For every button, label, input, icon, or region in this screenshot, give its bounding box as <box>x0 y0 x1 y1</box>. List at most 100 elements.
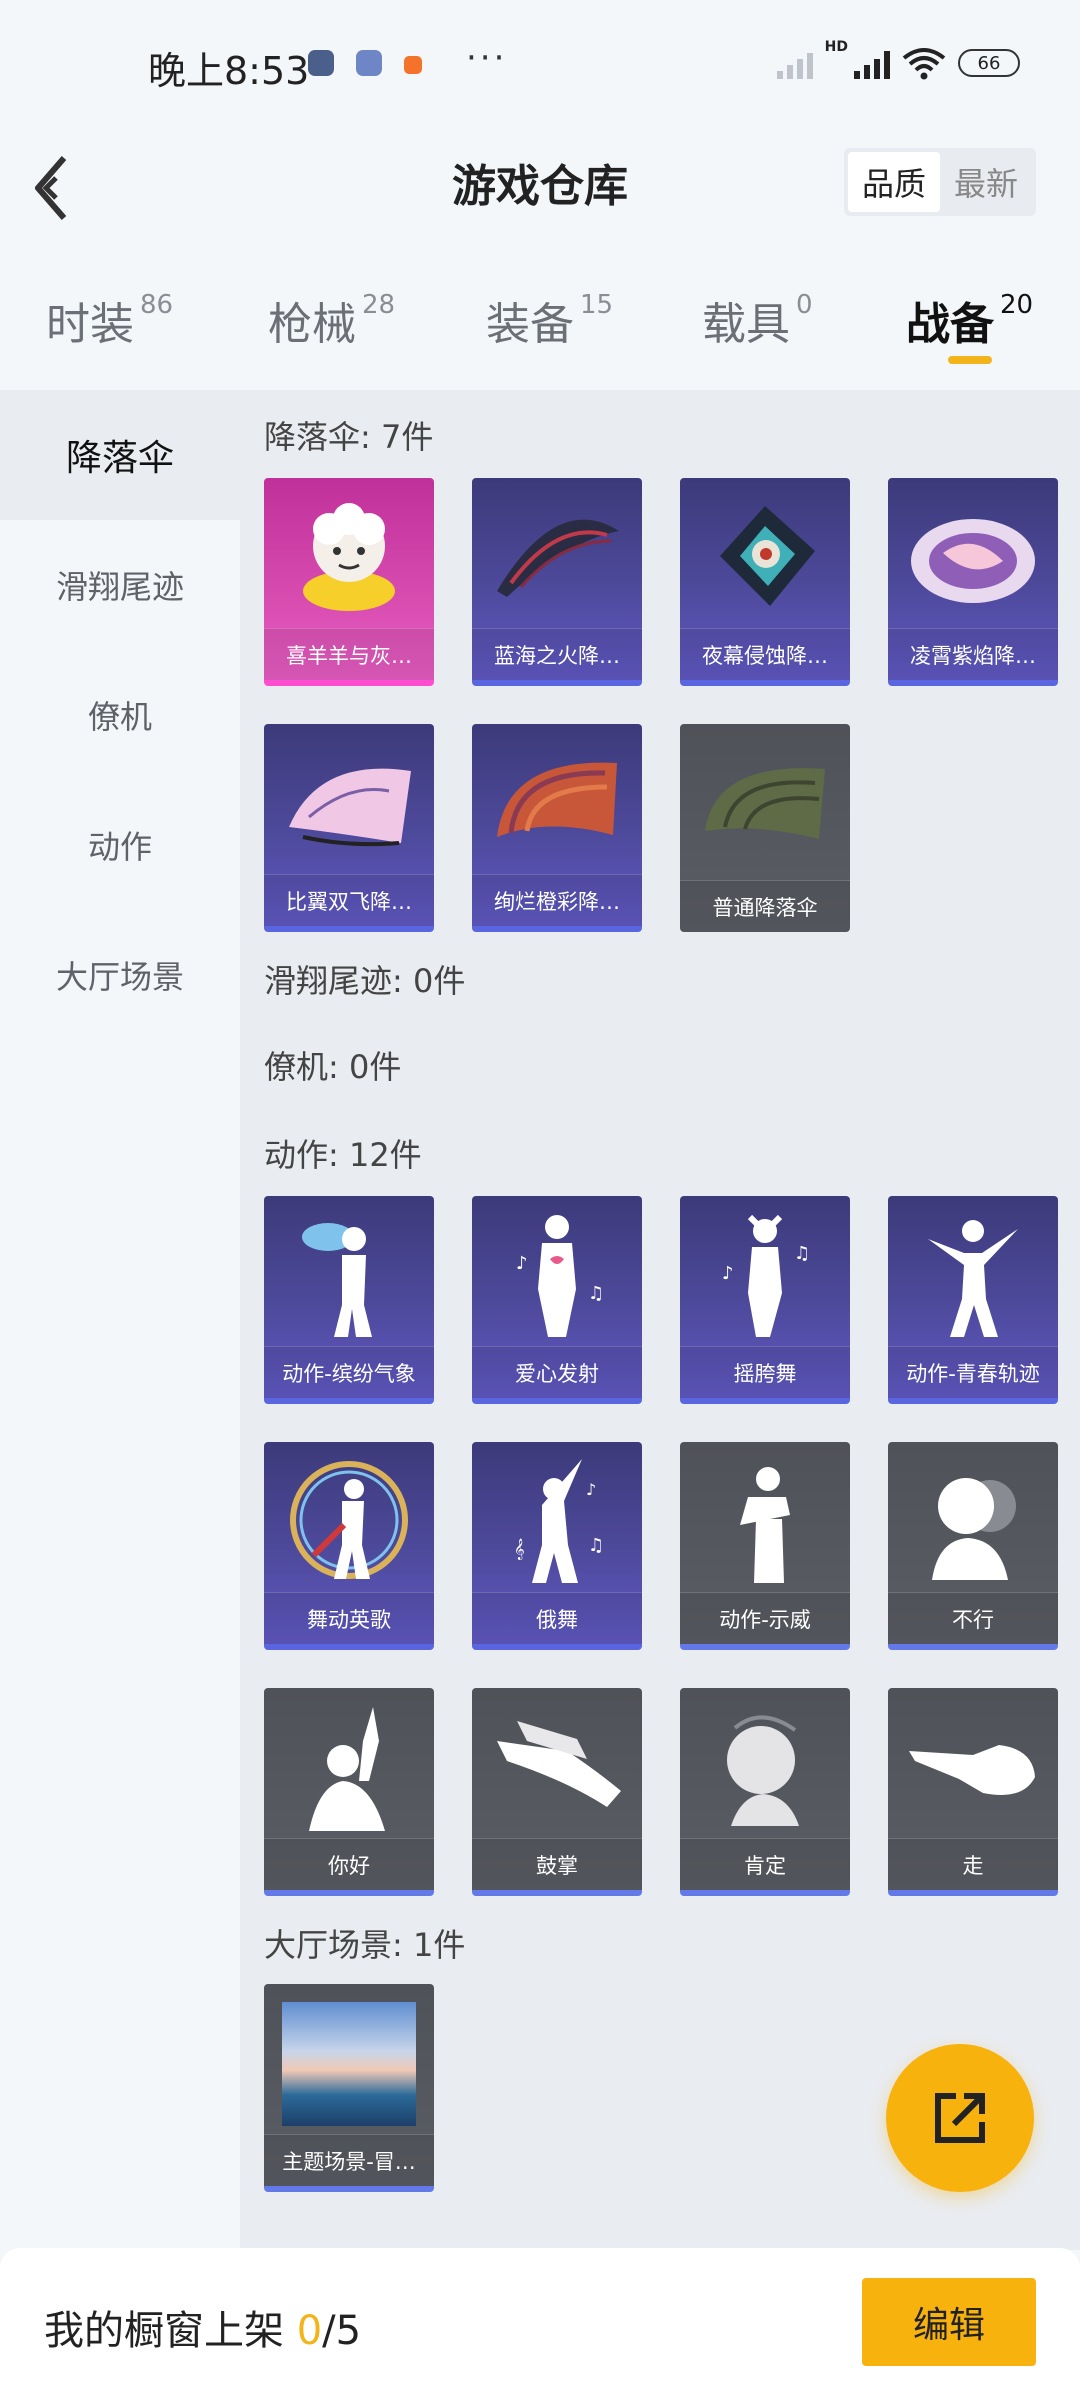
item-card[interactable]: ♪ ♫ 摇胯舞 <box>680 1196 850 1404</box>
wifi-icon <box>902 48 946 80</box>
sidebar-item-glide-trail[interactable]: 滑翔尾迹 <box>0 520 240 650</box>
svg-text:♪: ♪ <box>586 1480 596 1499</box>
item-card[interactable]: 动作-缤纷气象 <box>264 1196 434 1404</box>
item-card[interactable]: ♪ 𝄞 ♫ 俄舞 <box>472 1442 642 1650</box>
item-card[interactable]: 你好 <box>264 1688 434 1896</box>
item-name: 夜幕侵蚀降… <box>680 628 850 680</box>
waving-hand-icon <box>264 1696 434 1836</box>
tab-count: 28 <box>362 290 396 320</box>
parachute-icon <box>472 486 642 626</box>
item-name: 不行 <box>888 1592 1058 1644</box>
parachute-icon <box>680 486 850 626</box>
item-card[interactable]: 不行 <box>888 1442 1058 1650</box>
sort-toggle[interactable]: 品质 最新 <box>843 148 1036 216</box>
item-card[interactable]: 蓝海之火降… <box>472 478 642 686</box>
system-status: HD 66 <box>776 39 1020 80</box>
share-export-icon <box>935 2093 985 2143</box>
item-card[interactable]: 绚烂橙彩降… <box>472 724 642 932</box>
sidebar-item-lobby-scene[interactable]: 大厅场景 <box>0 910 240 1040</box>
sidebar-item-wingman[interactable]: 僚机 <box>0 650 240 780</box>
sidebar-item-emote[interactable]: 动作 <box>0 780 240 910</box>
item-name: 肯定 <box>680 1838 850 1890</box>
showcase-count: 我的橱窗上架 0/5 <box>44 2298 361 2356</box>
tab-vehicles[interactable]: 载具 0 <box>702 288 813 352</box>
item-name: 鼓掌 <box>472 1838 642 1890</box>
section-title-glide-trail: 滑翔尾迹: 0件 <box>264 962 466 1000</box>
dancer-silhouette-icon: ♪ ♫ <box>680 1204 850 1344</box>
item-card[interactable]: 夜幕侵蚀降… <box>680 478 850 686</box>
showcase-total: /5 <box>322 2308 362 2354</box>
signal-icon <box>776 47 813 79</box>
category-tabs: 时装 86 枪械 28 装备 15 载具 0 战备 20 <box>0 268 1080 388</box>
page-header: 游戏仓库 品质 最新 <box>0 130 1080 250</box>
tab-label: 时装 <box>46 299 134 350</box>
dancer-silhouette-icon: ♪ 𝄞 ♫ <box>472 1450 642 1590</box>
parachute-icon <box>472 732 642 872</box>
item-name: 走 <box>888 1838 1058 1890</box>
active-tab-indicator <box>948 356 992 364</box>
item-name: 绚烂橙彩降… <box>472 874 642 926</box>
nodding-head-icon <box>680 1696 850 1836</box>
item-card[interactable]: 比翼双飞降… <box>264 724 434 932</box>
signal-icon <box>854 47 890 79</box>
item-card[interactable]: 舞动英歌 <box>264 1442 434 1650</box>
tab-fashion[interactable]: 时装 86 <box>46 288 173 352</box>
gesture-silhouette-icon <box>680 1450 850 1590</box>
item-card[interactable]: ♪ ♫ 爱心发射 <box>472 1196 642 1404</box>
showcase-bar: 我的橱窗上架 0/5 编辑 <box>0 2248 1080 2400</box>
item-card[interactable]: 喜羊羊与灰… <box>264 478 434 686</box>
tab-label: 装备 <box>486 299 574 350</box>
item-name: 你好 <box>264 1838 434 1890</box>
section-title-lobby-scene: 大厅场景: 1件 <box>264 1926 466 1964</box>
item-card[interactable]: 鼓掌 <box>472 1688 642 1896</box>
item-card[interactable]: 肯定 <box>680 1688 850 1896</box>
item-name: 主题场景-冒… <box>264 2134 434 2186</box>
showcase-current: 0 <box>296 2308 323 2354</box>
parachute-icon <box>680 732 850 872</box>
item-card[interactable]: 普通降落伞 <box>680 724 850 932</box>
item-card[interactable]: 主题场景-冒… <box>264 1984 434 2192</box>
item-card[interactable]: 凌霄紫焰降… <box>888 478 1058 686</box>
item-name: 动作-示威 <box>680 1592 850 1644</box>
item-card[interactable]: 动作-青春轨迹 <box>888 1196 1058 1404</box>
status-time: 晚上8:53 <box>148 49 310 93</box>
category-sidebar: 降落伞 滑翔尾迹 僚机 动作 大厅场景 <box>0 390 240 2250</box>
item-name: 喜羊羊与灰… <box>264 628 434 680</box>
pointing-hand-icon <box>888 1696 1058 1836</box>
item-grid: 降落伞: 7件 喜羊羊与灰… 蓝海之火降… 夜幕侵蚀降… 凌霄紫焰降… 比翼双飞… <box>240 390 1080 2250</box>
sort-quality-option[interactable]: 品质 <box>847 152 940 212</box>
section-title-parachute: 降落伞: 7件 <box>264 418 434 456</box>
item-name: 爱心发射 <box>472 1346 642 1398</box>
dancer-silhouette-icon <box>888 1204 1058 1344</box>
item-name: 凌霄紫焰降… <box>888 628 1058 680</box>
sidebar-item-parachute[interactable]: 降落伞 <box>0 390 240 520</box>
gesture-silhouette-icon <box>888 1450 1058 1590</box>
tab-combat-gear[interactable]: 战备 20 <box>906 288 1033 352</box>
item-card[interactable]: 走 <box>888 1688 1058 1896</box>
clapping-hands-icon <box>472 1696 642 1836</box>
share-button[interactable] <box>886 2044 1034 2192</box>
section-title-emote: 动作: 12件 <box>264 1136 422 1174</box>
dancer-silhouette-icon: ♪ ♫ <box>472 1204 642 1344</box>
svg-text:♫: ♫ <box>588 1283 604 1304</box>
item-name: 摇胯舞 <box>680 1346 850 1398</box>
item-name: 舞动英歌 <box>264 1592 434 1644</box>
tab-count: 0 <box>796 290 813 320</box>
sheep-figure-icon <box>264 486 434 626</box>
tab-equipment[interactable]: 装备 15 <box>486 288 613 352</box>
hd-label: HD <box>824 39 848 55</box>
item-name: 俄舞 <box>472 1592 642 1644</box>
app-notification-icon <box>356 50 382 76</box>
tab-count: 86 <box>140 290 174 320</box>
scene-thumbnail <box>282 2002 416 2126</box>
item-card[interactable]: 动作-示威 <box>680 1442 850 1650</box>
tab-label: 载具 <box>702 299 790 350</box>
section-title-wingman: 僚机: 0件 <box>264 1048 402 1086</box>
svg-text:♫: ♫ <box>794 1243 810 1264</box>
edit-button[interactable]: 编辑 <box>862 2278 1036 2366</box>
tab-firearms[interactable]: 枪械 28 <box>268 288 395 352</box>
tab-count: 20 <box>1000 290 1034 320</box>
sort-latest-option[interactable]: 最新 <box>940 152 1032 212</box>
item-name: 比翼双飞降… <box>264 874 434 926</box>
item-name: 普通降落伞 <box>680 880 850 932</box>
